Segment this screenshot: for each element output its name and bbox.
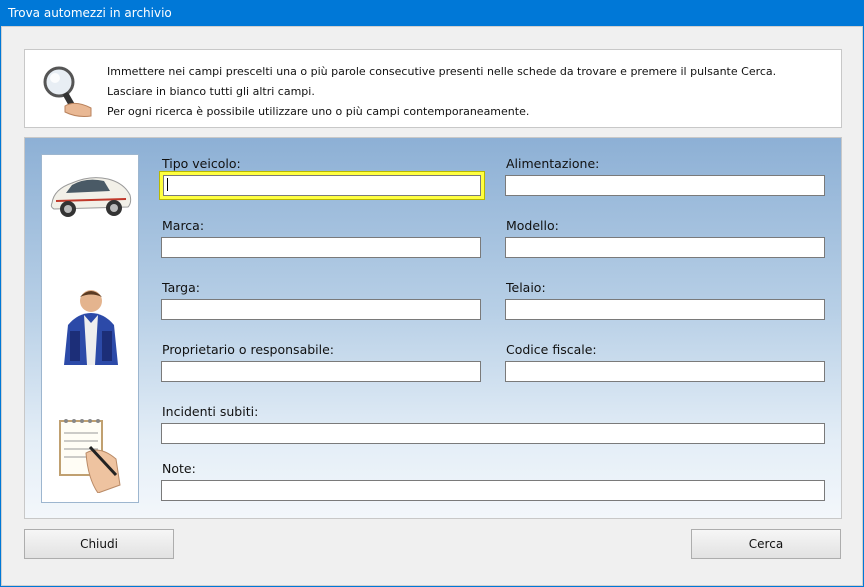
modello-input[interactable]: [505, 237, 825, 259]
incidenti-input[interactable]: [161, 423, 825, 445]
dialog-client: Immettere nei campi prescelti una o più …: [1, 26, 863, 586]
targa-input[interactable]: [161, 299, 481, 321]
window-titlebar: Trova automezzi in archivio: [0, 0, 864, 26]
codice-fiscale-field[interactable]: [506, 363, 824, 383]
marca-field[interactable]: [162, 239, 480, 259]
proprietario-label: Proprietario o responsabile:: [162, 342, 335, 357]
marca-label: Marca:: [162, 218, 205, 233]
proprietario-field[interactable]: [162, 363, 480, 383]
telaio-input[interactable]: [505, 299, 825, 321]
incidenti-field[interactable]: [162, 425, 824, 445]
info-line-1: Immettere nei campi prescelti una o più …: [107, 65, 777, 78]
proprietario-input[interactable]: [161, 361, 481, 383]
search-panel: Tipo veicolo: Alimentazione: Marca: Mode…: [24, 137, 842, 519]
alimentazione-label: Alimentazione:: [506, 156, 600, 171]
info-line-3: Per ogni ricerca è possibile utilizzare …: [107, 105, 530, 118]
car-icon: [50, 177, 132, 217]
magnifier-hand-icon: [43, 66, 92, 117]
mechanic-icon: [64, 290, 118, 365]
incidenti-label: Incidenti subiti:: [162, 404, 259, 419]
info-box: Immettere nei campi prescelti una o più …: [24, 49, 842, 128]
info-text: Immettere nei campi prescelti una o più …: [107, 62, 776, 122]
window-title: Trova automezzi in archivio: [8, 6, 172, 20]
text-caret: [167, 178, 168, 191]
alimentazione-input[interactable]: [505, 175, 825, 197]
close-button[interactable]: Chiudi: [24, 529, 174, 559]
note-label: Note:: [162, 461, 196, 476]
telaio-field[interactable]: [506, 301, 824, 321]
info-line-2: Lasciare in bianco tutti gli altri campi…: [107, 85, 315, 98]
illustration-column: [41, 154, 139, 503]
alimentazione-field[interactable]: [506, 177, 824, 197]
targa-field[interactable]: [162, 301, 480, 321]
modello-field[interactable]: [506, 239, 824, 259]
codice-fiscale-input[interactable]: [505, 361, 825, 383]
search-button[interactable]: Cerca: [691, 529, 841, 559]
note-input[interactable]: [161, 480, 825, 502]
telaio-label: Telaio:: [506, 280, 546, 295]
modello-label: Modello:: [506, 218, 559, 233]
note-field[interactable]: [162, 482, 824, 502]
targa-label: Targa:: [162, 280, 200, 295]
codice-fiscale-label: Codice fiscale:: [506, 342, 597, 357]
tipo-veicolo-input[interactable]: [159, 171, 485, 200]
notepad-hand-icon: [59, 419, 121, 493]
marca-input[interactable]: [161, 237, 481, 259]
tipo-veicolo-label: Tipo veicolo:: [162, 156, 241, 171]
